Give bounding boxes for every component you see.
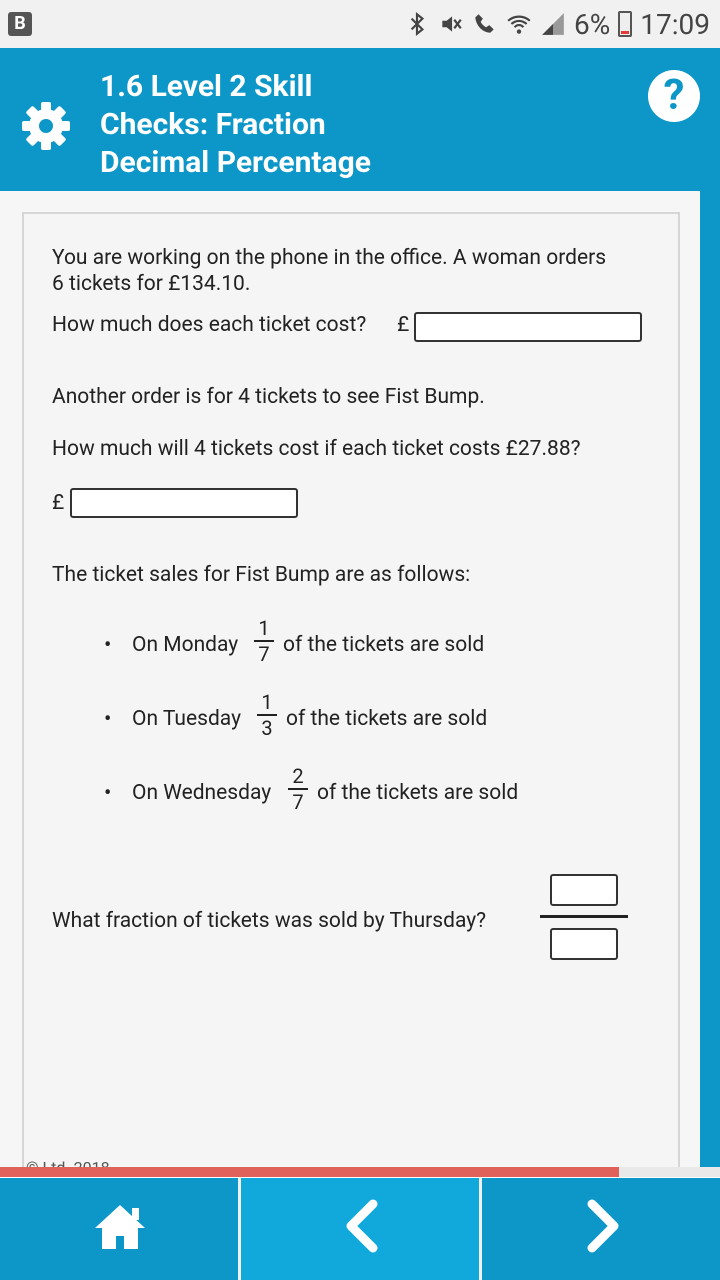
fraction-numerator: 1 [258,616,270,640]
sales-intro: The ticket sales for Fist Bump are as fo… [52,563,471,587]
bullet-wednesday-prefix: On Wednesday [132,781,272,805]
help-button[interactable]: ? [648,70,700,122]
status-bar: B 6% 17:09 [0,0,720,48]
fraction-monday: 1 7 [254,618,274,664]
fraction-denominator: 7 [292,790,304,814]
question-2: How much will 4 tickets cost if each tic… [52,437,581,461]
signal-icon [542,13,564,35]
fraction-denominator: 3 [261,716,273,740]
title-line-2: Checks: Fraction [100,107,326,142]
wifi-icon [507,15,531,34]
question-2-intro: Another order is for 4 tickets to see Fi… [52,385,485,409]
title-line-3: Decimal Percentage [100,145,371,180]
fraction-wednesday: 2 7 [288,766,308,812]
chevron-left-icon [346,1199,378,1253]
chevron-right-icon [587,1199,619,1253]
bottom-nav [0,1178,720,1280]
settings-gear-icon[interactable] [20,100,72,152]
numerator-input[interactable] [550,874,618,906]
bullet-tuesday-suffix: of the tickets are sold [286,707,488,731]
bullet-dot: • [104,633,112,658]
title-line-1: 1.6 Level 2 Skill [100,69,313,104]
denominator-input[interactable] [550,928,618,960]
bullet-dot: • [104,781,112,806]
bullet-tuesday-prefix: On Tuesday [132,707,241,731]
progress-bar [0,1167,720,1177]
bullet-monday-prefix: On Monday [132,633,239,657]
app-header: 1.6 Level 2 Skill Checks: Fraction Decim… [0,48,720,191]
call-icon [475,14,494,33]
question-3: What fraction of tickets was sold by Thu… [52,909,487,933]
bullet-monday-suffix: of the tickets are sold [283,633,485,657]
app-badge-icon: B [8,12,32,36]
question-card [22,212,680,1172]
back-button[interactable] [241,1178,479,1280]
scroll-strip [700,191,720,1167]
status-icons: 6% 17:09 [404,6,710,42]
battery-icon [618,11,633,37]
currency-symbol-1: £ [397,313,410,337]
clock: 17:09 [640,7,710,41]
fraction-tuesday: 1 3 [257,692,277,738]
intro-line-2: 6 tickets for £134.10. [52,272,251,296]
home-button[interactable] [0,1178,238,1280]
fraction-numerator: 2 [292,764,304,788]
bullet-dot: • [104,707,112,732]
mute-icon [442,16,462,32]
progress-fill [0,1167,620,1177]
battery-percent: 6% [574,7,611,41]
fraction-numerator: 1 [261,690,273,714]
four-tickets-cost-input[interactable] [70,488,298,518]
question-1: How much does each ticket cost? [52,313,367,337]
next-button[interactable] [482,1178,720,1280]
fraction-denominator: 7 [258,642,270,666]
ticket-cost-input[interactable] [414,312,642,342]
page-title: 1.6 Level 2 Skill Checks: Fraction Decim… [100,68,620,182]
fraction-line [540,915,628,918]
home-icon [95,1205,145,1249]
bluetooth-icon [410,11,425,37]
currency-symbol-2: £ [52,491,65,515]
intro-line-1: You are working on the phone in the offi… [52,246,607,270]
bullet-wednesday-suffix: of the tickets are sold [317,781,519,805]
